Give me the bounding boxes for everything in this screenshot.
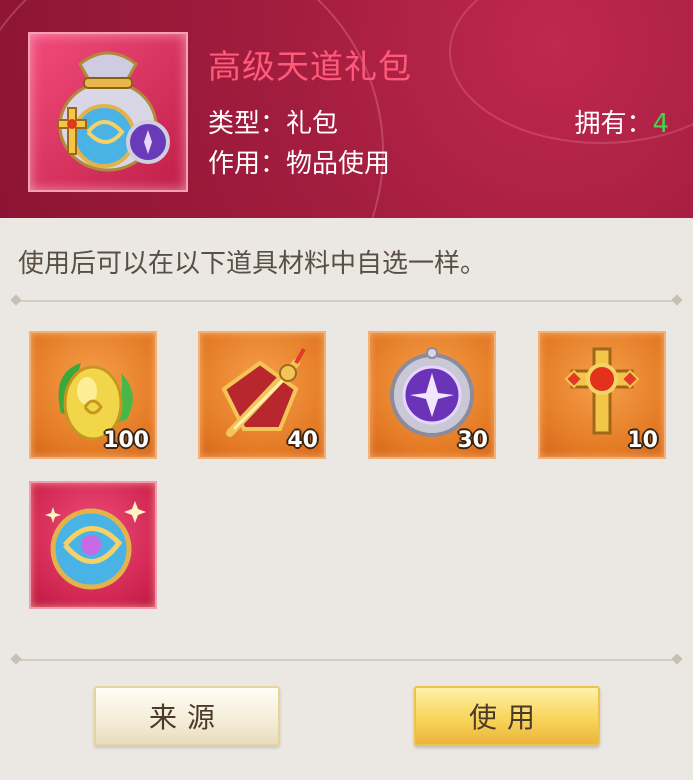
item-description: 使用后可以在以下道具材料中自选一样。 [18, 249, 487, 279]
reward-slot-4[interactable]: 10 [538, 331, 666, 459]
source-button[interactable]: 来源 [94, 686, 280, 746]
reward-qty-4: 10 [627, 428, 658, 453]
reward-slot-1[interactable]: 100 [29, 331, 157, 459]
reward-qty-2: 40 [287, 428, 318, 453]
item-type: 类型：礼包 [208, 109, 339, 139]
gift-bag-icon [57, 51, 170, 172]
item-owned: 拥有：4 [574, 103, 669, 140]
reward-slot-2[interactable]: 40 [198, 331, 326, 459]
reward-qty-3: 30 [457, 428, 488, 453]
reward-slot-5[interactable] [29, 481, 157, 609]
divider-bottom [14, 659, 679, 661]
owned-count: 4 [652, 109, 669, 139]
owned-label: 拥有： [574, 109, 653, 139]
crystal-orb-icon [45, 501, 146, 590]
item-icon-frame [28, 32, 188, 192]
item-header: 高级天道礼包 类型：礼包 作用：物品使用 拥有：4 [0, 0, 693, 218]
use-button[interactable]: 使用 [414, 686, 600, 746]
item-effect: 作用：物品使用 [208, 149, 391, 179]
item-name: 高级天道礼包 [208, 47, 412, 86]
item-detail-panel: 高级天道礼包 类型：礼包 作用：物品使用 拥有：4 使用后可以在以下道具材料中自… [0, 0, 693, 780]
divider-top [14, 300, 679, 302]
reward-qty-1: 100 [103, 428, 149, 453]
reward-slot-3[interactable]: 30 [368, 331, 496, 459]
